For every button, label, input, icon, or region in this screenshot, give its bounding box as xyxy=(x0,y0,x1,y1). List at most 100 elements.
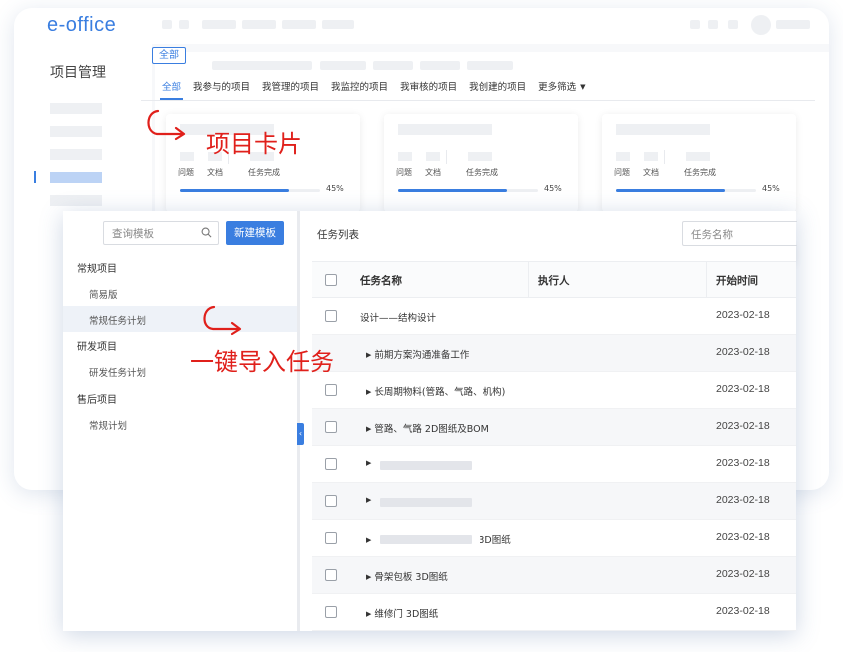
filter-placeholder xyxy=(320,61,366,70)
table-row[interactable]: ▶ 维修门 3D图纸 2023-02-18 xyxy=(312,594,796,631)
row-checkbox[interactable] xyxy=(325,606,337,618)
expand-triangle-icon[interactable]: ▶ xyxy=(366,536,371,544)
project-tabs: 全部 我参与的项目 我管理的项目 我监控的项目 我审核的项目 我创建的项目 更多… xyxy=(156,74,592,100)
template-group-regular[interactable]: 常规项目 xyxy=(77,260,117,275)
table-row[interactable]: ▶ 2023-02-18 xyxy=(312,446,796,483)
template-item-regular-plan[interactable]: 常规任务计划 xyxy=(63,306,297,332)
progress-percent: 45% xyxy=(544,184,562,193)
tab-participating[interactable]: 我参与的项目 xyxy=(187,74,256,100)
template-group-rd[interactable]: 研发项目 xyxy=(77,338,117,353)
progress-fill xyxy=(398,189,508,192)
project-card[interactable]: 问题 文档 任务完成 45% xyxy=(384,114,578,212)
tab-more-filters[interactable]: 更多筛选 ▼ xyxy=(532,74,591,100)
tab-label: 我创建的项目 xyxy=(469,82,527,93)
sidebar-item-active[interactable] xyxy=(50,172,102,183)
tab-label: 我监控的项目 xyxy=(331,82,389,93)
project-card[interactable]: 问题 文档 任务完成 45% xyxy=(602,114,796,212)
filter-placeholder xyxy=(420,61,460,70)
toolbar-placeholder xyxy=(728,20,738,29)
expand-triangle-icon[interactable]: ▶ xyxy=(366,610,371,618)
expand-triangle-icon[interactable]: ▶ xyxy=(366,425,371,433)
progress-percent: 45% xyxy=(326,184,344,193)
template-group-aftersales[interactable]: 售后项目 xyxy=(77,391,117,406)
metric-placeholder xyxy=(644,152,658,161)
redacted-text xyxy=(380,526,480,550)
tab-managing[interactable]: 我管理的项目 xyxy=(256,74,325,100)
card-label-tasks-done: 任务完成 xyxy=(684,168,716,177)
metric-placeholder xyxy=(686,152,710,161)
username-placeholder xyxy=(776,20,810,29)
expand-triangle-icon[interactable]: ▶ xyxy=(366,496,371,504)
task-name-text: 长周期物料(管路、气路、机构) xyxy=(374,387,506,398)
tab-all[interactable]: 全部 xyxy=(156,74,187,100)
table-row[interactable]: ▶ 3D图纸 2023-02-18 xyxy=(312,520,796,557)
avatar[interactable] xyxy=(751,15,771,35)
table-row[interactable]: ▶ 管路、气路 2D图纸及BOM 2023-02-18 xyxy=(312,409,796,446)
task-start: 2023-02-18 xyxy=(716,383,770,395)
tab-label: 全部 xyxy=(162,82,182,93)
toolbar-placeholder xyxy=(708,20,718,29)
redacted-text xyxy=(380,489,480,513)
progress-bar xyxy=(398,189,538,192)
progress-fill xyxy=(616,189,726,192)
task-start: 2023-02-18 xyxy=(716,309,770,321)
sidebar-item[interactable] xyxy=(50,126,102,137)
sidebar-item[interactable] xyxy=(50,195,102,206)
tab-label: 我审核的项目 xyxy=(400,82,458,93)
progress-bar xyxy=(616,189,756,192)
task-name-text: 管路、气路 2D图纸及BOM xyxy=(374,424,489,435)
expand-triangle-icon[interactable]: ▶ xyxy=(366,573,371,581)
select-all-checkbox[interactable] xyxy=(325,274,337,286)
row-checkbox[interactable] xyxy=(325,458,337,470)
task-start: 2023-02-18 xyxy=(716,494,770,506)
task-name: ▶ 维修门 3D图纸 xyxy=(366,606,438,620)
template-item-regular-schedule[interactable]: 常规计划 xyxy=(63,411,297,437)
column-assignee[interactable]: 执行人 xyxy=(538,273,570,288)
task-name: ▶ 管路、气路 2D图纸及BOM xyxy=(366,421,489,435)
task-name-text: 维修门 3D图纸 xyxy=(374,609,439,620)
tab-monitoring[interactable]: 我监控的项目 xyxy=(325,74,394,100)
task-name-search-input[interactable]: 任务名称 xyxy=(682,221,797,246)
row-checkbox[interactable] xyxy=(325,421,337,433)
expand-triangle-icon[interactable]: ▶ xyxy=(366,388,371,396)
table-row[interactable]: ▶ 骨架包板 3D图纸 2023-02-18 xyxy=(312,557,796,594)
table-row[interactable]: ▶ 2023-02-18 xyxy=(312,483,796,520)
task-name: ▶ xyxy=(366,458,374,469)
search-icon xyxy=(201,227,212,238)
tab-reviewing[interactable]: 我审核的项目 xyxy=(394,74,463,100)
row-checkbox[interactable] xyxy=(325,495,337,507)
toolbar-placeholder xyxy=(162,20,172,29)
tab-label: 我参与的项目 xyxy=(193,82,251,93)
task-start: 2023-02-18 xyxy=(716,346,770,358)
redacted-line xyxy=(380,498,472,507)
table-row[interactable]: ▶ 前期方案沟通准备工作 2023-02-18 xyxy=(312,335,796,372)
template-search-input[interactable]: 查询模板 xyxy=(103,221,219,245)
filter-all-chip[interactable]: 全部 xyxy=(152,47,186,64)
row-checkbox[interactable] xyxy=(325,569,337,581)
card-label-tasks-done: 任务完成 xyxy=(466,168,498,177)
column-start-time[interactable]: 开始时间 xyxy=(716,273,758,288)
card-divider xyxy=(446,150,447,164)
redacted-line xyxy=(380,535,472,544)
row-checkbox[interactable] xyxy=(325,384,337,396)
toolbar-placeholder xyxy=(202,20,236,29)
tab-label: 我管理的项目 xyxy=(262,82,320,93)
table-row[interactable]: ▶ 长周期物料(管路、气路、机构) 2023-02-18 xyxy=(312,372,796,409)
column-divider xyxy=(528,262,529,298)
template-item-simple[interactable]: 简易版 xyxy=(63,280,297,306)
tab-created[interactable]: 我创建的项目 xyxy=(463,74,532,100)
task-start: 2023-02-18 xyxy=(716,568,770,580)
row-checkbox[interactable] xyxy=(325,310,337,322)
sidebar-item[interactable] xyxy=(50,149,102,160)
card-title-placeholder xyxy=(398,124,492,135)
column-task-name[interactable]: 任务名称 xyxy=(360,273,402,288)
expand-triangle-icon[interactable]: ▶ xyxy=(366,459,371,467)
expand-triangle-icon[interactable]: ▶ xyxy=(366,351,371,359)
task-search-placeholder: 任务名称 xyxy=(691,229,733,241)
sidebar-item[interactable] xyxy=(50,103,102,114)
new-template-button[interactable]: 新建模板 xyxy=(226,221,284,245)
table-row[interactable]: 设计——结构设计 2023-02-18 xyxy=(312,298,796,335)
caret-down-icon: ▼ xyxy=(580,83,586,91)
metric-placeholder xyxy=(468,152,492,161)
row-checkbox[interactable] xyxy=(325,532,337,544)
